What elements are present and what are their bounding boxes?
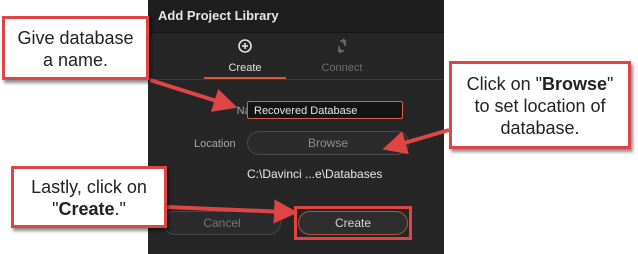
callout-name-line2: a name. [42, 50, 109, 70]
callout-create: Lastly, click on "Create." [11, 166, 167, 228]
callout-name: Give database a name. [2, 16, 149, 80]
callout-create-line1: Lastly, click on [31, 177, 147, 197]
callout-create-line2: "Create." [52, 199, 126, 219]
callout-browse-line2: to set location of [474, 96, 606, 116]
callout-browse-line3: database. [500, 118, 580, 138]
callout-browse-line1: Click on "Browse" [466, 74, 614, 94]
callout-browse-bold: Browse [542, 74, 608, 94]
callout-browse: Click on "Browse" to set location of dat… [449, 61, 631, 149]
callout-name-line1: Give database [17, 28, 134, 48]
arrow-to-create [166, 199, 298, 224]
arrow-to-browse [382, 128, 450, 155]
arrow-to-name [149, 78, 238, 112]
callout-create-bold: Create [58, 199, 115, 219]
